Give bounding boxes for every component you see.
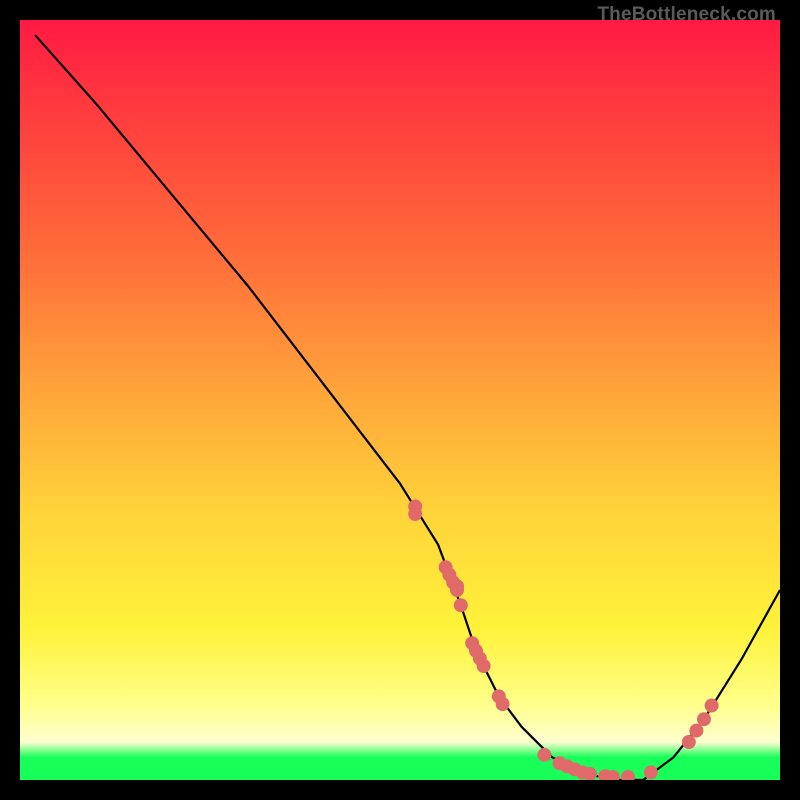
scatter-point [450,583,464,597]
scatter-point [537,748,551,762]
scatter-layer [408,499,718,780]
scatter-point [689,724,703,738]
scatter-point [682,735,696,749]
scatter-point [408,507,422,521]
scatter-point [496,697,510,711]
curve-path [35,35,780,780]
credit-label: TheBottleneck.com [597,4,776,26]
curve-layer [35,35,780,780]
scatter-point [705,699,719,713]
chart-stage: TheBottleneck.com [0,0,800,800]
gradient-plot-area [20,20,780,780]
scatter-point [644,765,658,779]
scatter-point [697,712,711,726]
scatter-point [477,659,491,673]
chart-svg [20,20,780,780]
scatter-point [454,598,468,612]
scatter-point [621,770,635,780]
